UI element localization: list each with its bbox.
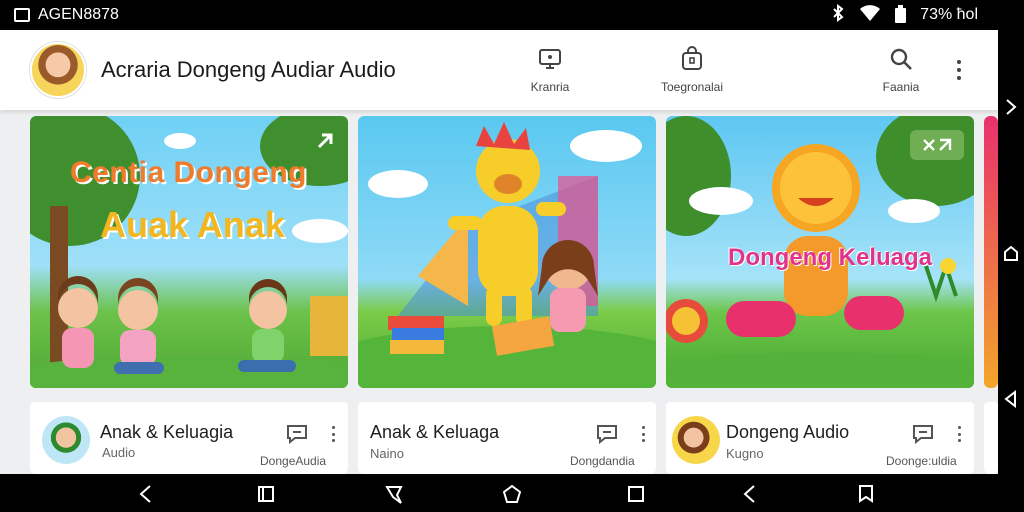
tv-icon [539,49,561,69]
card-thumbnail[interactable] [984,116,998,388]
card-more-button[interactable] [330,426,336,442]
nav-item-kranria[interactable]: Kranria [495,30,605,110]
nav-item-toegronalai[interactable]: Toegronalai [637,30,747,110]
chat-icon[interactable] [912,424,934,444]
card-thumbnail[interactable]: Dongeng Keluaga [666,116,974,388]
thumbnail-title-line2: Auak Anak [100,204,285,245]
status-left: AGEN8878 [14,6,119,24]
shuffle-badge-icon[interactable] [910,130,964,160]
video-card-partial[interactable] [984,116,998,474]
status-bar: AGEN8878 73% ħol [0,0,1000,30]
home-icon[interactable] [1002,244,1020,262]
card-info: Anak & Keluagia Audio DongeAudia [30,402,348,474]
channel-avatar[interactable] [672,416,720,464]
status-app-name: AGEN8878 [38,6,119,23]
status-right: 73% ħol [831,3,978,27]
video-card[interactable]: Dongeng Keluaga Dongeng Audio Kugno Doon… [666,116,974,474]
recents-icon[interactable] [256,484,276,504]
battery-text: 73% ħol [920,6,978,23]
side-system-bar [998,0,1024,512]
card-info [984,402,998,474]
square-icon[interactable] [626,484,646,504]
top-app-bar: Acraria Dongeng Audiar Audio Kranria Toe… [0,30,998,110]
back-icon[interactable] [136,484,156,504]
bluetooth-icon [831,3,845,27]
back-triangle-icon[interactable] [1002,390,1020,408]
app-window: Acraria Dongeng Audiar Audio Kranria Toe… [0,30,998,474]
nav-label: Toegronalai [660,80,724,94]
card-title[interactable]: Dongeng Audio [726,422,849,443]
overflow-menu-button[interactable] [948,52,970,88]
battery-icon [895,4,907,23]
chat-icon[interactable] [286,424,308,444]
card-thumbnail[interactable] [358,116,656,388]
card-more-button[interactable] [640,426,646,442]
thumbnail-title: Dongeng Keluaga [728,244,933,271]
card-more-button[interactable] [956,426,962,442]
card-info: Anak & Keluaga Naino Dongdandia [358,402,656,474]
video-card[interactable]: Centia Dongeng Auak Anak Anak & Keluagia… [30,116,348,474]
card-title[interactable]: Anak & Keluaga [370,422,499,443]
share-icon[interactable] [314,130,336,152]
back-icon-2[interactable] [740,484,760,504]
card-channel: DongeAudia [260,454,327,468]
card-channel: Doonge:uldia [886,454,957,468]
card-info: Dongeng Audio Kugno Doonge:uldia [666,402,974,474]
system-nav-bar [0,474,998,512]
device-screen: AGEN8878 73% ħol Acraria Dongeng Audiar … [0,0,1024,512]
bag-icon [682,46,702,70]
nav-label: Faania [882,80,920,94]
chat-icon[interactable] [596,424,618,444]
thumbnail-illustration [358,122,656,388]
card-subtitle: Naino [370,446,404,461]
nav-label: Kranria [530,80,570,94]
video-card[interactable]: Anak & Keluaga Naino Dongdandia [358,116,656,474]
channel-avatar[interactable] [42,416,90,464]
card-thumbnail[interactable]: Centia Dongeng Auak Anak [30,116,348,388]
home-pentagon-icon[interactable] [502,484,522,504]
card-channel: Dongdandia [570,454,635,468]
nav-item-faania[interactable]: Faania [846,30,956,110]
app-logo-avatar[interactable] [30,42,86,98]
card-subtitle: Kugno [726,446,764,461]
search-icon [890,48,912,70]
thumbnail-title-line1: Centia Dongeng [70,156,307,189]
wifi-icon [859,4,881,27]
image-icon [14,8,30,22]
card-subtitle: Audio [102,445,136,460]
bookmark-icon[interactable] [384,484,404,504]
card-title[interactable]: Anak & Keluagia [100,422,233,443]
flag-icon[interactable] [856,484,876,504]
app-title: Acraria Dongeng Audiar Audio [101,57,396,82]
chevron-right-icon[interactable] [1002,98,1020,116]
